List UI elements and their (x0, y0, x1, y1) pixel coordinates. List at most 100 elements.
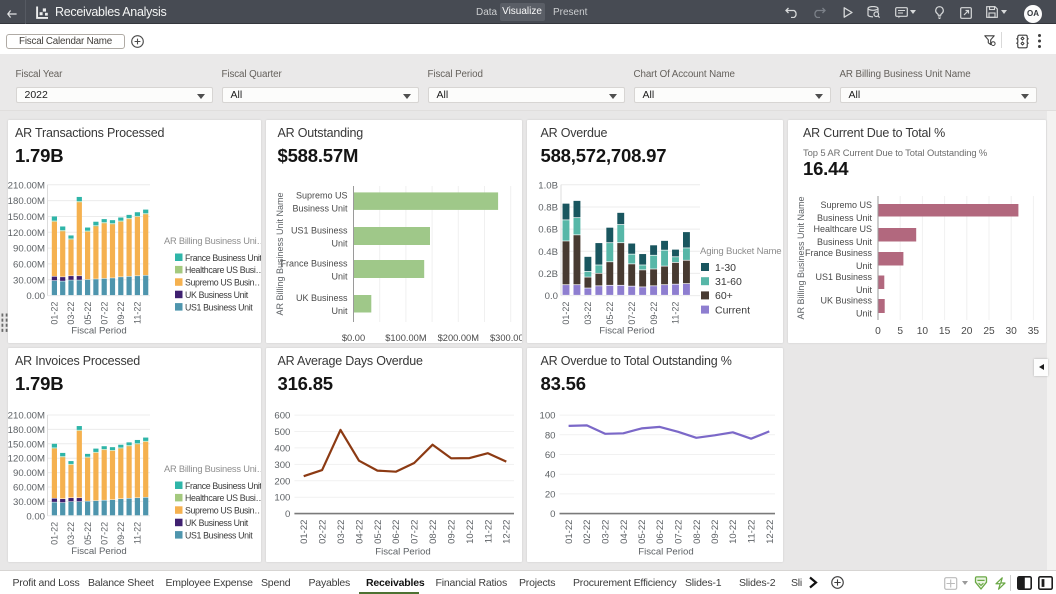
svg-text:0.2B: 0.2B (538, 269, 558, 280)
svg-text:35: 35 (1028, 326, 1040, 337)
svg-text:Fiscal Period: Fiscal Period (71, 546, 126, 557)
svg-text:60.00M: 60.00M (13, 483, 45, 494)
svg-text:07-22: 07-22 (410, 520, 421, 544)
svg-text:03-22: 03-22 (66, 302, 76, 325)
svg-text:11-22: 11-22 (671, 302, 681, 324)
svg-text:05-22: 05-22 (83, 522, 93, 545)
svg-text:0.0: 0.0 (545, 291, 558, 302)
svg-text:Fiscal Period: Fiscal Period (638, 547, 693, 558)
svg-text:$0.00: $0.00 (342, 333, 365, 343)
svg-text:31-60: 31-60 (715, 276, 742, 288)
svg-text:1.0B: 1.0B (538, 180, 558, 191)
svg-text:10-22: 10-22 (728, 520, 739, 544)
svg-text:11-22: 11-22 (133, 522, 143, 544)
svg-text:15: 15 (939, 326, 951, 337)
svg-text:180.00M: 180.00M (8, 196, 45, 207)
svg-text:120.00M: 120.00M (8, 454, 45, 465)
svg-text:500: 500 (274, 427, 290, 438)
svg-text:01-22: 01-22 (50, 302, 60, 325)
svg-text:0: 0 (550, 509, 555, 520)
svg-text:0: 0 (285, 509, 290, 520)
svg-text:12-22: 12-22 (765, 520, 776, 544)
svg-text:11-22: 11-22 (133, 302, 143, 324)
svg-text:01-22: 01-22 (564, 520, 575, 544)
svg-text:25: 25 (983, 326, 995, 337)
svg-text:US1 Business: US1 Business (291, 226, 348, 236)
svg-text:60+: 60+ (715, 290, 733, 302)
svg-text:01-22: 01-22 (561, 302, 571, 325)
svg-text:Healthcare US Busi…: Healthcare US Busi… (185, 265, 261, 275)
svg-text:06-22: 06-22 (655, 520, 666, 544)
svg-text:05-22: 05-22 (605, 302, 615, 325)
svg-text:200: 200 (274, 476, 290, 487)
svg-text:UK Business: UK Business (296, 293, 348, 303)
svg-text:09-22: 09-22 (116, 522, 126, 545)
svg-text:Unit: Unit (856, 261, 873, 271)
svg-text:Healthcare US Busi…: Healthcare US Busi… (185, 493, 261, 503)
svg-text:03-22: 03-22 (66, 522, 76, 545)
svg-text:60: 60 (545, 450, 556, 461)
svg-text:Healthcare US: Healthcare US (813, 224, 872, 234)
svg-text:01-22: 01-22 (299, 520, 310, 544)
svg-text:05-22: 05-22 (83, 302, 93, 325)
svg-text:5: 5 (897, 326, 903, 337)
svg-text:04-22: 04-22 (619, 520, 630, 544)
svg-text:10-22: 10-22 (465, 520, 476, 544)
svg-text:02-22: 02-22 (318, 520, 329, 544)
svg-text:Business Unit: Business Unit (817, 237, 873, 247)
svg-text:100: 100 (539, 411, 555, 422)
svg-text:03-22: 03-22 (583, 302, 593, 325)
svg-text:0: 0 (875, 326, 881, 337)
svg-text:Unit: Unit (331, 272, 348, 282)
svg-text:Unit: Unit (856, 285, 873, 295)
svg-text:0.00: 0.00 (26, 511, 45, 522)
svg-text:07-22: 07-22 (674, 520, 685, 544)
svg-text:Unit: Unit (331, 239, 348, 249)
svg-text:03-22: 03-22 (601, 520, 612, 544)
svg-text:Unit: Unit (331, 306, 348, 316)
svg-text:09-22: 09-22 (710, 520, 721, 544)
svg-text:100: 100 (274, 493, 290, 504)
svg-text:04-22: 04-22 (354, 520, 365, 544)
svg-text:20: 20 (545, 489, 556, 500)
svg-text:0.6B: 0.6B (538, 225, 558, 236)
svg-text:AR Billing Business Uni…: AR Billing Business Uni… (164, 236, 261, 246)
svg-text:09-22: 09-22 (649, 302, 659, 325)
svg-text:210.00M: 210.00M (8, 411, 45, 422)
svg-text:07-22: 07-22 (99, 522, 109, 545)
svg-text:$300.00M: $300.00M (490, 333, 522, 343)
svg-text:US1 Business: US1 Business (815, 272, 872, 282)
svg-text:120.00M: 120.00M (8, 228, 45, 239)
svg-text:France Business Unit: France Business Unit (185, 253, 261, 263)
svg-text:08-22: 08-22 (692, 520, 703, 544)
svg-text:France Business: France Business (805, 248, 873, 258)
svg-text:UK Business: UK Business (820, 296, 872, 306)
svg-text:60.00M: 60.00M (13, 259, 45, 270)
svg-text:Fiscal Period: Fiscal Period (599, 326, 654, 337)
svg-text:Current: Current (715, 304, 750, 316)
svg-text:AR Billing Business Uni…: AR Billing Business Uni… (164, 464, 261, 474)
svg-text:12-22: 12-22 (502, 520, 513, 544)
svg-text:30.00M: 30.00M (13, 497, 45, 508)
svg-text:AR Billing Business Unit Name: AR Billing Business Unit Name (275, 192, 285, 315)
svg-text:09-22: 09-22 (447, 520, 458, 544)
svg-text:1-30: 1-30 (715, 262, 736, 274)
svg-text:Unit: Unit (856, 309, 873, 319)
svg-text:Fiscal Period: Fiscal Period (375, 547, 430, 558)
svg-text:210.00M: 210.00M (8, 180, 45, 191)
svg-text:01-22: 01-22 (50, 522, 60, 545)
svg-text:0.00: 0.00 (26, 291, 45, 302)
svg-text:06-22: 06-22 (391, 520, 402, 544)
svg-text:Supremo US Busin…: Supremo US Busin… (185, 278, 261, 288)
svg-text:600: 600 (274, 411, 290, 422)
svg-text:US1 Business Unit: US1 Business Unit (185, 530, 253, 540)
svg-text:Business Unit: Business Unit (292, 204, 348, 214)
svg-text:05-22: 05-22 (637, 520, 648, 544)
svg-text:07-22: 07-22 (99, 302, 109, 325)
svg-text:Supremo US Busin…: Supremo US Busin… (185, 506, 261, 516)
svg-text:US1 Business Unit: US1 Business Unit (185, 302, 253, 312)
svg-text:France Business: France Business (280, 259, 348, 269)
svg-text:09-22: 09-22 (116, 302, 126, 325)
svg-text:AR Billing Business Unit Name: AR Billing Business Unit Name (796, 196, 806, 319)
svg-text:80: 80 (545, 430, 556, 441)
